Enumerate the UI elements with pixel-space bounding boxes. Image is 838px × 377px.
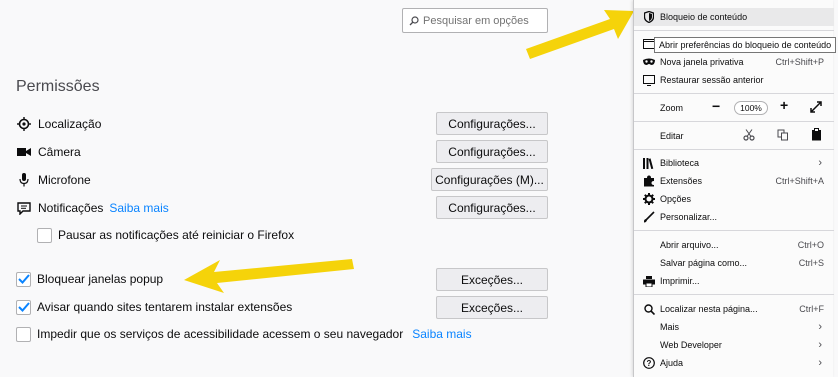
perm-microphone: Microfone: [16, 169, 91, 191]
copy-icon[interactable]: [777, 129, 789, 141]
perm-camera: Câmera: [16, 141, 81, 163]
content-blocking-tooltip: Abrir preferências do bloqueio de conteú…: [654, 37, 837, 53]
zoom-reset-button[interactable]: 100%: [734, 101, 768, 115]
menu-print[interactable]: Imprimir...: [634, 272, 834, 290]
menu-edit-label: Editar: [660, 131, 684, 141]
block-accessibility-row: Impedir que os serviços de acessibilidad…: [16, 324, 472, 344]
warn-addons-checkbox[interactable]: [16, 299, 31, 315]
checkmark-icon: [17, 302, 30, 312]
menu-open-file[interactable]: Abrir arquivo... Ctrl+O: [634, 236, 834, 254]
menu-new-private-window-label: Nova janela privativa: [660, 57, 744, 67]
menu-help-label: Ajuda: [660, 358, 684, 368]
app-menu: Bloqueio de conteúdo Nova janela privati…: [633, 0, 834, 377]
chevron-right-icon: ›: [818, 357, 822, 369]
menu-extensions-label: Extensões: [660, 176, 703, 186]
menu-extensions-shortcut: Ctrl+Shift+A: [775, 176, 824, 186]
perm-notifications: Notificações Saiba mais: [16, 197, 169, 219]
paste-icon[interactable]: [811, 128, 822, 141]
block-accessibility-checkbox[interactable]: [16, 326, 31, 342]
pause-notifications-checkbox[interactable]: [37, 227, 52, 243]
permissions-title: Permissões: [16, 78, 100, 95]
pause-notifications-label: Pausar as notificações até reiniciar o F…: [58, 228, 295, 242]
zoom-in-button[interactable]: +: [780, 97, 788, 113]
mask-icon: [642, 55, 656, 69]
svg-text:?: ?: [647, 359, 652, 368]
menu-options-label: Opções: [660, 194, 692, 204]
block-accessibility-label: Impedir que os serviços de acessibilidad…: [37, 327, 404, 341]
shield-icon: [642, 10, 656, 24]
perm-microphone-label: Microfone: [38, 173, 91, 187]
accessibility-learn-more-link[interactable]: Saiba mais: [412, 327, 471, 341]
menu-edit-row: Editar: [634, 127, 834, 145]
camera-settings-button[interactable]: Configurações...: [436, 140, 548, 163]
menu-more[interactable]: Mais ›: [634, 318, 834, 336]
arrow-to-content-blocking-icon: [526, 10, 634, 59]
menu-restore-session-label: Restaurar sessão anterior: [660, 75, 764, 85]
microphone-settings-button[interactable]: Configurações (M)...: [431, 168, 548, 191]
printer-icon: [642, 274, 656, 288]
menu-options[interactable]: Opções: [634, 190, 834, 208]
restore-session-icon: [642, 73, 656, 87]
warn-addons-label: Avisar quando sites tentarem instalar ex…: [37, 300, 293, 314]
brush-icon: [642, 210, 656, 224]
chevron-right-icon: ›: [818, 339, 822, 351]
perm-camera-label: Câmera: [38, 145, 81, 159]
menu-new-private-window-shortcut: Ctrl+Shift+P: [775, 57, 824, 67]
block-popups-label: Bloquear janelas popup: [37, 272, 164, 286]
menu-content-blocking-label: Bloqueio de conteúdo: [660, 12, 748, 22]
warn-addons-row: Avisar quando sites tentarem instalar ex…: [16, 297, 292, 317]
chevron-right-icon: ›: [818, 157, 822, 169]
notifications-learn-more-link[interactable]: Saiba mais: [109, 201, 168, 215]
menu-more-label: Mais: [660, 322, 680, 332]
menu-web-developer[interactable]: Web Developer ›: [634, 336, 834, 354]
puzzle-icon: [642, 174, 656, 188]
perm-location-label: Localização: [38, 117, 102, 131]
menu-save-page-shortcut: Ctrl+S: [798, 258, 824, 268]
camera-icon: [16, 144, 32, 160]
menu-library[interactable]: Biblioteca ›: [634, 154, 834, 172]
menu-customize[interactable]: Personalizar...: [634, 208, 834, 226]
menu-web-developer-label: Web Developer: [660, 340, 722, 350]
checkmark-icon: [17, 274, 30, 284]
location-settings-button[interactable]: Configurações...: [436, 112, 548, 135]
zoom-out-button[interactable]: −: [712, 98, 720, 114]
perm-notifications-label: Notificações: [38, 201, 104, 215]
notifications-settings-button[interactable]: Configurações...: [436, 196, 548, 219]
cut-icon[interactable]: [743, 129, 755, 141]
menu-save-page-label: Salvar página como...: [660, 258, 748, 268]
menu-zoom-label: Zoom: [660, 103, 684, 113]
perm-location: Localização: [16, 113, 101, 135]
menu-find-shortcut: Ctrl+F: [799, 304, 824, 314]
search-icon: [642, 302, 656, 316]
chevron-right-icon: ›: [818, 321, 822, 333]
block-popups-row: Bloquear janelas popup: [16, 269, 163, 289]
menu-new-private-window[interactable]: Nova janela privativa Ctrl+Shift+P: [634, 53, 834, 71]
search-icon: [409, 15, 419, 25]
menu-customize-label: Personalizar...: [660, 212, 718, 222]
menu-save-page[interactable]: Salvar página como... Ctrl+S: [634, 254, 834, 272]
menu-open-file-label: Abrir arquivo...: [660, 240, 719, 250]
addon-exceptions-button[interactable]: Exceções...: [436, 296, 548, 319]
menu-extensions[interactable]: Extensões Ctrl+Shift+A: [634, 172, 834, 190]
block-popups-checkbox[interactable]: [16, 271, 31, 287]
gear-icon: [642, 192, 656, 206]
menu-content-blocking[interactable]: Bloqueio de conteúdo: [634, 8, 834, 26]
popup-exceptions-button[interactable]: Exceções...: [436, 268, 548, 291]
library-icon: [642, 156, 656, 170]
location-icon: [16, 116, 32, 132]
menu-print-label: Imprimir...: [660, 276, 700, 286]
fullscreen-icon[interactable]: [810, 101, 822, 113]
menu-library-label: Biblioteca: [660, 158, 700, 168]
notification-icon: [16, 200, 32, 216]
arrow-to-popups-icon: [184, 259, 354, 293]
menu-find-label: Localizar nesta página...: [660, 304, 758, 314]
menu-open-file-shortcut: Ctrl+O: [797, 240, 824, 250]
microphone-icon: [16, 172, 32, 188]
menu-restore-session[interactable]: Restaurar sessão anterior: [634, 71, 834, 89]
menu-find[interactable]: Localizar nesta página... Ctrl+F: [634, 300, 834, 318]
search-placeholder: Pesquisar em opções: [423, 14, 529, 27]
pause-notifications-row: Pausar as notificações até reiniciar o F…: [37, 225, 294, 245]
help-icon: ?: [642, 356, 656, 370]
menu-help[interactable]: ? Ajuda ›: [634, 354, 834, 372]
